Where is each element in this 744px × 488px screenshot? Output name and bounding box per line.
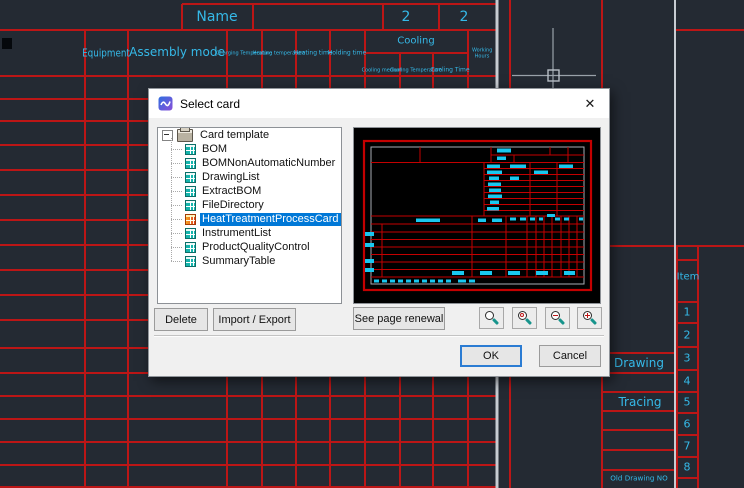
tree-root-label[interactable]: Card template: [198, 129, 271, 142]
tree-item-label[interactable]: BOMNonAutomaticNumber: [200, 157, 337, 170]
item-row-number: 7: [684, 440, 691, 453]
zoom-in-icon: [583, 311, 597, 325]
item-row-number: 5: [684, 396, 691, 409]
tree-item-label[interactable]: InstrumentList: [200, 227, 273, 240]
tree-item-label-selected[interactable]: HeatTreatmentProcessCard: [200, 213, 341, 226]
zoom-out-button[interactable]: [545, 307, 570, 329]
cancel-button[interactable]: Cancel: [539, 345, 601, 367]
col-cooling: Cooling: [397, 36, 434, 47]
item-row-number: 4: [684, 375, 691, 388]
zoom-out-icon: [551, 311, 565, 325]
name-header: Name: [196, 9, 237, 25]
tree-item-label[interactable]: BOM: [200, 143, 229, 156]
tree-item-instrumentlist[interactable]: InstrumentList: [161, 226, 341, 240]
zoom-scale-button[interactable]: [512, 307, 537, 329]
name-value-1: 2: [402, 9, 411, 25]
delete-button[interactable]: Delete: [154, 308, 208, 331]
card-template-icon: [177, 129, 193, 142]
ok-button[interactable]: OK: [460, 345, 522, 367]
close-icon[interactable]: ✕: [580, 96, 600, 112]
item-row-number: 2: [684, 329, 691, 342]
item-row-number: 1: [684, 306, 691, 319]
tree-item-filedirectory[interactable]: FileDirectory: [161, 198, 341, 212]
card-preview: [353, 127, 601, 304]
app-icon: [158, 96, 173, 111]
import-export-button[interactable]: Import / Export: [213, 308, 296, 331]
footer-separator: [154, 335, 604, 337]
dialog-title: Select card: [180, 97, 240, 111]
tree-item-label[interactable]: DrawingList: [200, 171, 261, 184]
tree-item-bomnonautomaticnumber[interactable]: BOMNonAutomaticNumber: [161, 156, 341, 170]
col-cooling-time: Cooling Time: [430, 67, 469, 74]
item-column-header: Item: [677, 272, 700, 283]
select-card-dialog: Select card ✕ Card template BOM BOMNonAu…: [148, 88, 610, 377]
name-value-2: 2: [460, 9, 469, 25]
cad-canvas[interactable]: Name 2 2 Equipment Assembly mode Chargin…: [0, 0, 744, 488]
card-table-icon: [185, 242, 196, 253]
drawing-label: Drawing: [614, 356, 664, 370]
zoom-window-button[interactable]: [479, 307, 504, 329]
tree-item-extractbom[interactable]: ExtractBOM: [161, 184, 341, 198]
tree-item-summarytable[interactable]: SummaryTable: [161, 254, 341, 268]
dialog-titlebar[interactable]: Select card ✕: [149, 89, 609, 118]
tree-item-productqualitycontrol[interactable]: ProductQualityControl: [161, 240, 341, 254]
tracing-label: Tracing: [618, 395, 661, 409]
card-preview-thumbnail: [354, 128, 600, 303]
item-row-number: 8: [684, 461, 691, 474]
card-table-icon: [185, 186, 196, 197]
tree-item-heattreatmentprocesscard[interactable]: HeatTreatmentProcessCard: [161, 212, 341, 226]
tree-item-drawinglist[interactable]: DrawingList: [161, 170, 341, 184]
zoom-window-icon: [485, 311, 499, 325]
tree-item-label[interactable]: ExtractBOM: [200, 185, 263, 198]
tree-item-label[interactable]: ProductQualityControl: [200, 241, 312, 254]
tree-item-label[interactable]: FileDirectory: [200, 199, 266, 212]
card-table-icon-selected: [185, 214, 196, 225]
col-equipment: Equipment: [82, 47, 130, 60]
card-table-icon: [185, 256, 196, 267]
card-table-icon: [185, 200, 196, 211]
col-working-hours: Working Hours: [472, 47, 492, 59]
col-assembly-mode: Assembly mode: [129, 45, 225, 59]
tree-root-row[interactable]: Card template: [161, 129, 341, 142]
card-table-icon: [185, 172, 196, 183]
card-table-icon: [185, 158, 196, 169]
old-drawing-label: Old Drawing NO: [610, 474, 667, 482]
item-row-number: 6: [684, 418, 691, 431]
card-table-icon: [185, 228, 196, 239]
crosshair-cursor: [512, 28, 596, 88]
zoom-scale-icon: [518, 311, 532, 325]
card-template-tree[interactable]: Card template BOM BOMNonAutomaticNumber …: [157, 127, 342, 304]
col-holding-time: Holding time: [328, 50, 366, 57]
zoom-in-button[interactable]: [577, 307, 602, 329]
item-row-number: 3: [684, 352, 691, 365]
tree-item-label[interactable]: SummaryTable: [200, 255, 277, 268]
tree-item-bom[interactable]: BOM: [161, 142, 341, 156]
see-page-renewal-button[interactable]: See page renewal: [353, 307, 445, 330]
col-heating-time: Heating time: [294, 50, 333, 57]
card-table-icon: [185, 144, 196, 155]
